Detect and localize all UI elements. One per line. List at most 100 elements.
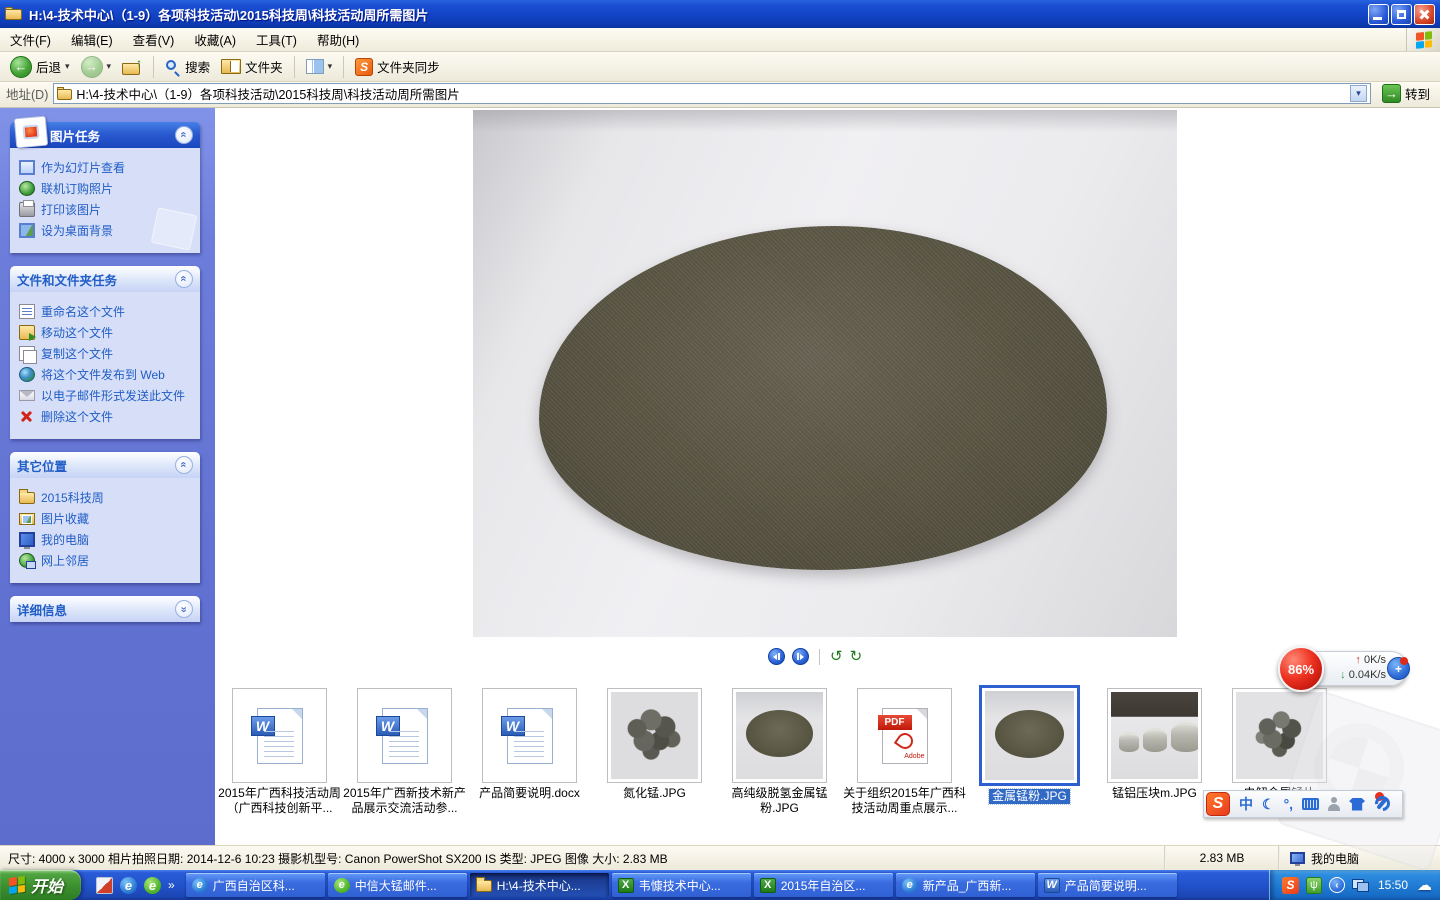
task-window-5[interactable]: X 2015年自治区...	[754, 873, 893, 897]
quicklaunch-app-icon[interactable]	[96, 877, 113, 894]
task-window-active-explorer[interactable]: H:\4-技术中心...	[470, 873, 609, 897]
memory-usage-ball[interactable]: 86%	[1278, 646, 1324, 692]
rotate-left-icon[interactable]: ↺	[830, 649, 843, 665]
menu-help[interactable]: 帮助(H)	[307, 28, 369, 51]
menu-file[interactable]: 文件(F)	[0, 28, 61, 51]
file-item-doc3[interactable]: W 产品简要说明.docx	[468, 688, 591, 801]
file-item-pdf[interactable]: PDF Adobe 关于组织2015年广西科技活动周重点展示...	[843, 688, 966, 816]
expand-chevron-icon[interactable]: »	[175, 600, 193, 618]
toolbar-separator	[343, 56, 344, 78]
menu-view[interactable]: 查看(V)	[123, 28, 185, 51]
menu-edit[interactable]: 编辑(E)	[61, 28, 123, 51]
collapse-chevron-icon[interactable]: »	[175, 270, 193, 288]
word-doc-icon: W	[507, 708, 553, 764]
preview-nav: ↺ ↻	[768, 648, 862, 665]
go-button[interactable]: → 转到	[1376, 84, 1436, 103]
forward-button[interactable]: → ▾	[77, 54, 116, 80]
address-bar: 地址(D) H:\4-技术中心\（1-9）各项科技活动\2015科技周\科技活动…	[0, 82, 1440, 108]
quicklaunch-360-icon[interactable]: e	[144, 877, 161, 894]
task-window-2[interactable]: e 中信大锰邮件...	[328, 873, 467, 897]
menu-tools[interactable]: 工具(T)	[246, 28, 307, 51]
file-item-lumps[interactable]: 氮化锰.JPG	[593, 688, 716, 801]
file-item-doc1[interactable]: W 2015年广西科技活动周（广西科技创新平...	[218, 688, 341, 816]
word-icon: W	[1044, 878, 1060, 893]
address-dropdown-icon[interactable]: ▾	[1350, 85, 1367, 102]
address-input[interactable]: H:\4-技术中心\（1-9）各项科技活动\2015科技周\科技活动周所需图片 …	[53, 83, 1371, 104]
tray-collapse-icon[interactable]: ‹	[1329, 877, 1345, 893]
file-tasks-header[interactable]: 文件和文件夹任务 »	[10, 266, 200, 292]
ime-fullhalf-moon-icon[interactable]: ☾	[1262, 796, 1275, 812]
tray-usb-icon[interactable]: ψ	[1306, 877, 1322, 894]
details-header[interactable]: 详细信息 »	[10, 596, 200, 622]
ime-language-mode[interactable]: 中	[1239, 796, 1253, 812]
forward-dropdown-icon[interactable]: ▾	[107, 61, 112, 72]
task-move-file[interactable]: 移动这个文件	[19, 325, 195, 341]
task-label: 以电子邮件形式发送此文件	[41, 388, 185, 404]
ime-settings-icon[interactable]	[1374, 796, 1390, 812]
close-button[interactable]	[1414, 4, 1435, 25]
task-publish-web[interactable]: 将这个文件发布到 Web	[19, 367, 195, 383]
pdf-doc-icon: PDF Adobe	[882, 708, 928, 764]
ie-icon: e	[902, 878, 918, 893]
search-icon	[165, 59, 181, 75]
notification-dot	[1375, 792, 1384, 801]
ime-soft-keyboard-icon[interactable]	[1302, 798, 1319, 810]
views-button[interactable]: ▾	[302, 57, 337, 76]
task-window-7[interactable]: W 产品简要说明...	[1038, 873, 1177, 897]
file-label: 关于组织2015年广西科技活动周重点展示...	[843, 786, 966, 816]
task-delete-file[interactable]: 删除这个文件	[19, 409, 195, 425]
menu-favorites[interactable]: 收藏(A)	[184, 28, 246, 51]
ime-punctuation-icon[interactable]: °,	[1284, 796, 1294, 812]
ime-account-icon[interactable]	[1328, 797, 1340, 811]
move-icon	[19, 325, 35, 340]
folder-sync-button[interactable]: S 文件夹同步	[351, 55, 444, 78]
accelerate-button[interactable]: +	[1387, 657, 1410, 680]
folders-button[interactable]: 文件夹	[217, 55, 287, 78]
task-email-file[interactable]: 以电子邮件形式发送此文件	[19, 388, 195, 404]
wallpaper-icon	[19, 223, 35, 238]
search-button[interactable]: 搜索	[161, 55, 214, 78]
file-item-selected-powder[interactable]: 金属锰粉.JPG	[968, 688, 1091, 804]
collapse-chevron-icon[interactable]: »	[175, 126, 193, 144]
task-order-prints[interactable]: 联机订购照片	[19, 181, 195, 197]
place-my-pictures[interactable]: 图片收藏	[19, 511, 195, 527]
tray-network-icon[interactable]	[1352, 879, 1369, 892]
file-item-powder1[interactable]: 高纯级脱氢金属锰粉.JPG	[718, 688, 841, 816]
ime-skin-icon[interactable]	[1349, 798, 1365, 811]
photo-thumbnail	[1111, 692, 1198, 779]
next-image-button[interactable]	[792, 648, 809, 665]
previous-image-button[interactable]	[768, 648, 785, 665]
back-dropdown-icon[interactable]: ▾	[65, 61, 70, 72]
place-2015-tech-week[interactable]: 2015科技周	[19, 490, 195, 506]
task-window-1[interactable]: e 广西自治区科...	[186, 873, 325, 897]
speed-monitor-widget[interactable]: ↑ 0K/s ↓ 0.04K/s 86% +	[1278, 646, 1410, 692]
collapse-chevron-icon[interactable]: »	[175, 456, 193, 474]
sogou-logo-icon[interactable]: S	[1206, 792, 1230, 816]
file-item-briquettes[interactable]: 锰铝压块m.JPG	[1093, 688, 1216, 801]
tray-sogou-icon[interactable]: S	[1282, 877, 1299, 894]
place-network[interactable]: 网上邻居	[19, 553, 195, 569]
back-button[interactable]: ← 后退 ▾	[6, 54, 74, 80]
place-my-computer[interactable]: 我的电脑	[19, 532, 195, 548]
status-file-size: 2.83 MB	[1166, 851, 1278, 865]
restore-button[interactable]	[1391, 4, 1412, 25]
task-view-slideshow[interactable]: 作为幻灯片查看	[19, 160, 195, 176]
views-dropdown-icon[interactable]: ▾	[328, 61, 333, 72]
up-button[interactable]: ↑	[118, 57, 146, 77]
rotate-right-icon[interactable]: ↻	[850, 649, 863, 665]
task-window-4[interactable]: X 韦慷技术中心...	[612, 873, 751, 897]
panel-title: 文件和文件夹任务	[17, 270, 117, 289]
quicklaunch-ie-icon[interactable]: e	[120, 877, 137, 894]
tray-cloud-icon[interactable]: ☁	[1417, 876, 1432, 894]
start-button[interactable]: 开始	[0, 870, 81, 900]
task-window-6[interactable]: e 新产品_广西新...	[896, 873, 1035, 897]
task-copy-file[interactable]: 复制这个文件	[19, 346, 195, 362]
file-item-doc2[interactable]: W 2015年广西新技术新产品展示交流活动参...	[343, 688, 466, 816]
quicklaunch-overflow-icon[interactable]: »	[168, 878, 175, 892]
task-title: 广西自治区科...	[213, 877, 295, 894]
task-rename-file[interactable]: 重命名这个文件	[19, 304, 195, 320]
excel-icon: X	[760, 878, 776, 893]
picture-tasks-header[interactable]: 图片任务 »	[10, 122, 200, 148]
minimize-button[interactable]	[1368, 4, 1389, 25]
other-places-header[interactable]: 其它位置 »	[10, 452, 200, 478]
